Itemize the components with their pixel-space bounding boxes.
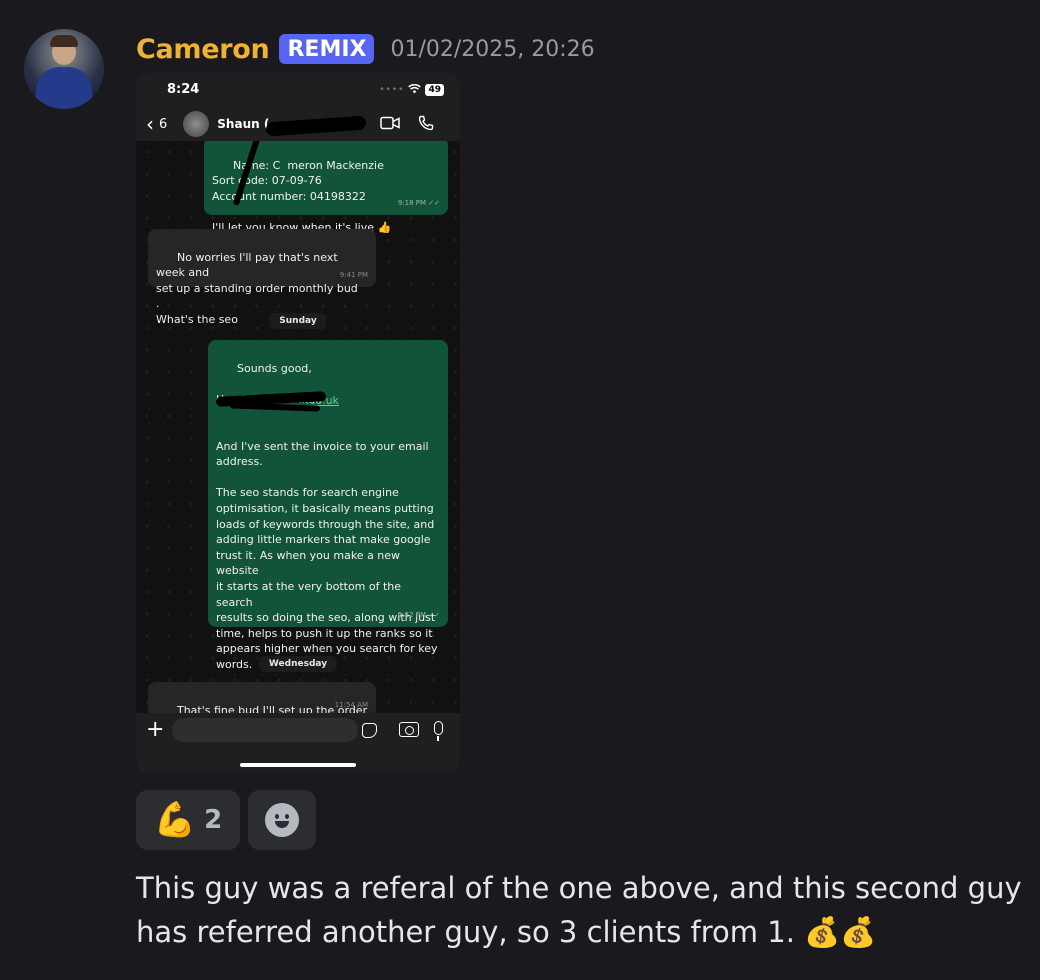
day-separator: Wednesday <box>258 656 338 672</box>
author-name[interactable]: Cameron <box>136 34 270 65</box>
phone-call-icon <box>418 115 434 135</box>
status-time: 8:24 <box>167 82 200 97</box>
plus-icon: + <box>146 717 165 742</box>
reaction-count: 2 <box>204 805 223 835</box>
camera-icon <box>399 722 419 737</box>
battery-icon: 49 <box>425 84 444 96</box>
message-bubble-incoming: That's fine bud I'll set up the order so… <box>148 682 376 713</box>
video-call-icon <box>380 115 400 134</box>
message-text: No worries I'll pay that's next week and… <box>156 250 358 326</box>
back-count: 6 <box>159 116 168 132</box>
message-bubble-incoming: No worries I'll pay that's next week and… <box>148 229 376 326</box>
message-time: 9:18 PM ✓✓ <box>397 199 440 208</box>
microphone-icon <box>434 721 443 741</box>
reactions-bar: 💪 2 <box>136 790 316 850</box>
phone-status-bar: 8:24 •••• 49 <box>136 73 460 107</box>
chevron-left-icon: ‹ <box>146 112 154 136</box>
server-tag-badge[interactable]: REMIX <box>279 34 375 64</box>
avatar-body <box>36 67 92 109</box>
attached-screenshot[interactable]: 8:24 •••• 49 ‹ 6 Shaun ( Ma... Name: C m… <box>136 73 460 773</box>
home-indicator <box>240 763 356 767</box>
sticker-icon <box>362 723 377 738</box>
smiley-face-icon <box>265 803 299 837</box>
avatar-hair <box>50 35 78 47</box>
wifi-icon <box>408 83 422 97</box>
message-content: This guy was a referal of the one above,… <box>136 871 1022 949</box>
message-input <box>172 718 358 742</box>
message-header: Cameron REMIX 01/02/2025, 20:26 <box>136 30 595 68</box>
day-separator: Sunday <box>269 313 327 329</box>
chat-area: Name: C meron Mackenzie Sort code: 07-09… <box>136 141 460 713</box>
signal-icon: •••• <box>379 85 405 95</box>
add-reaction-button[interactable] <box>248 790 316 850</box>
back-button: ‹ 6 <box>146 114 167 134</box>
user-avatar[interactable] <box>24 29 104 109</box>
reaction-flexed-biceps[interactable]: 💪 2 <box>136 790 240 850</box>
message-time: 11:54 AM <box>334 701 368 710</box>
contact-avatar <box>183 111 210 137</box>
flexed-biceps-emoji: 💪 <box>153 800 197 840</box>
message-bubble-outgoing: Sounds good, Here's the live link: And I… <box>208 340 448 671</box>
chat-input-bar: + <box>136 713 460 773</box>
message-timestamp[interactable]: 01/02/2025, 20:26 <box>390 37 594 62</box>
message-time: 1:22 PM ✓✓ <box>397 611 440 620</box>
message-time: 9:41 PM <box>339 271 368 280</box>
status-icons: •••• 49 <box>379 83 444 97</box>
